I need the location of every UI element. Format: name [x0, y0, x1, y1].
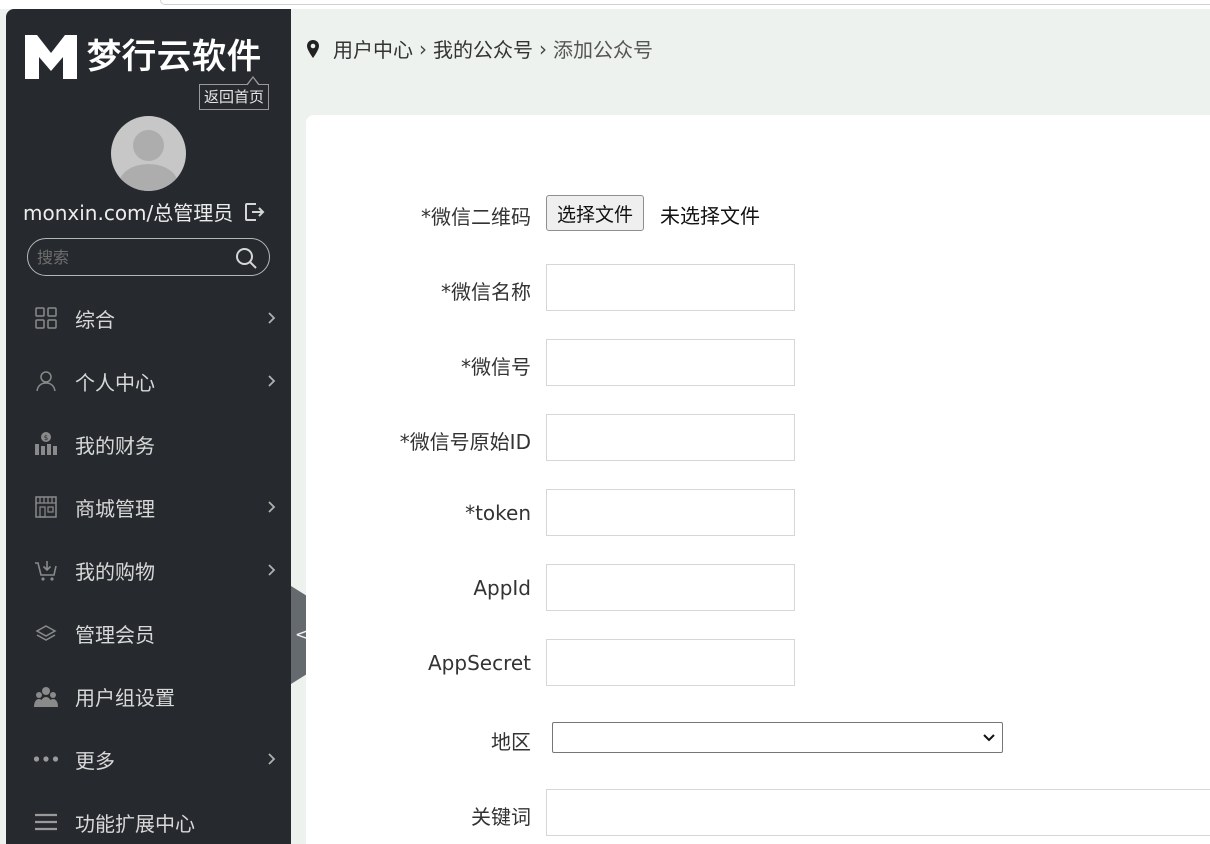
finance-icon: $	[35, 432, 57, 455]
store-icon	[35, 496, 57, 518]
back-home-button[interactable]: 返回首页	[199, 76, 270, 110]
sidebar-item-label: 功能扩展中心	[75, 811, 195, 836]
sidebar-item-user-group-settings[interactable]: 用户组设置	[6, 671, 291, 721]
sidebar-item-label: 个人中心	[75, 370, 155, 395]
location-pin-icon	[307, 39, 319, 58]
breadcrumb-separator: ›	[539, 36, 547, 61]
brand-name: 梦行云软件	[87, 37, 262, 77]
chevron-down-icon	[983, 734, 995, 742]
group-icon	[34, 687, 58, 707]
chevron-right-icon	[268, 753, 276, 765]
appsecret-label: AppSecret	[428, 651, 531, 675]
keywords-input[interactable]	[546, 789, 1210, 836]
wechat-account-label: *微信号	[461, 355, 531, 379]
avatar[interactable]	[111, 116, 186, 191]
choose-file-button[interactable]: 选择文件	[546, 195, 645, 231]
appid-label: AppId	[473, 576, 531, 600]
wechat-name-label: *微信名称	[441, 280, 531, 304]
monxin-logo-icon	[25, 35, 77, 79]
sidebar-item-overview[interactable]: 综合	[6, 293, 291, 343]
sidebar-item-label: 更多	[75, 748, 115, 773]
search-box	[27, 238, 270, 276]
breadcrumb-my-accounts[interactable]: 我的公众号	[433, 34, 533, 63]
menu-lines-icon	[35, 813, 57, 831]
chevron-right-icon	[268, 312, 276, 324]
appsecret-input[interactable]	[546, 639, 795, 686]
chevron-right-icon	[268, 501, 276, 513]
sidebar-item-finance[interactable]: $ 我的财务	[6, 419, 291, 469]
avatar-head-shape	[133, 130, 164, 161]
brand-logo[interactable]: 梦行云软件	[23, 33, 262, 81]
token-input[interactable]	[546, 489, 795, 536]
breadcrumb: 用户中心 › 我的公众号 › 添加公众号	[306, 34, 653, 63]
sidebar-item-store-management[interactable]: 商城管理	[6, 482, 291, 532]
sidebar: 梦行云软件 返回首页 monxin.com/总管理员 综合	[6, 9, 291, 844]
file-status-text: 未选择文件	[660, 204, 760, 228]
sidebar-item-label: 商城管理	[75, 496, 155, 521]
region-select[interactable]	[552, 722, 1003, 753]
sidebar-item-label: 用户组设置	[75, 685, 175, 710]
sidebar-item-more[interactable]: 更多	[6, 734, 291, 784]
wechat-account-input[interactable]	[546, 339, 795, 386]
breadcrumb-user-center[interactable]: 用户中心	[333, 34, 413, 63]
sidebar-item-my-shopping[interactable]: 我的购物	[6, 545, 291, 595]
region-label: 地区	[491, 730, 531, 754]
logout-icon[interactable]	[243, 201, 265, 223]
sidebar-item-extension-center[interactable]: 功能扩展中心	[6, 797, 291, 844]
svg-text:$: $	[44, 434, 48, 442]
sidebar-item-label: 综合	[75, 307, 115, 332]
original-id-input[interactable]	[546, 414, 795, 461]
chevron-right-icon	[268, 564, 276, 576]
sidebar-item-label: 管理会员	[75, 622, 155, 647]
cart-icon	[35, 561, 57, 581]
layers-icon	[35, 625, 57, 641]
sidebar-item-label: 我的财务	[75, 433, 155, 458]
breadcrumb-separator: ›	[419, 36, 427, 61]
browser-top-edge	[0, 0, 1210, 9]
sidebar-item-personal-center[interactable]: 个人中心	[6, 356, 291, 406]
token-label: *token	[465, 501, 531, 525]
search-icon[interactable]	[235, 247, 257, 269]
chevron-right-icon	[268, 375, 276, 387]
original-id-label: *微信号原始ID	[399, 430, 531, 454]
sidebar-item-manage-members[interactable]: 管理会员	[6, 608, 291, 658]
qrcode-label: *微信二维码	[421, 205, 531, 229]
user-name[interactable]: monxin.com/总管理员	[23, 197, 233, 226]
appid-input[interactable]	[546, 564, 795, 611]
grid-icon	[35, 307, 57, 329]
keywords-label: 关键词	[471, 805, 531, 829]
person-icon	[36, 371, 56, 392]
user-info-row: monxin.com/总管理员	[23, 197, 265, 226]
avatar-body-shape	[119, 164, 178, 191]
sidebar-item-label: 我的购物	[75, 559, 155, 584]
breadcrumb-current: 添加公众号	[553, 38, 653, 62]
wechat-name-input[interactable]	[546, 264, 795, 311]
search-input[interactable]	[37, 245, 217, 269]
more-dots-icon	[33, 756, 59, 762]
